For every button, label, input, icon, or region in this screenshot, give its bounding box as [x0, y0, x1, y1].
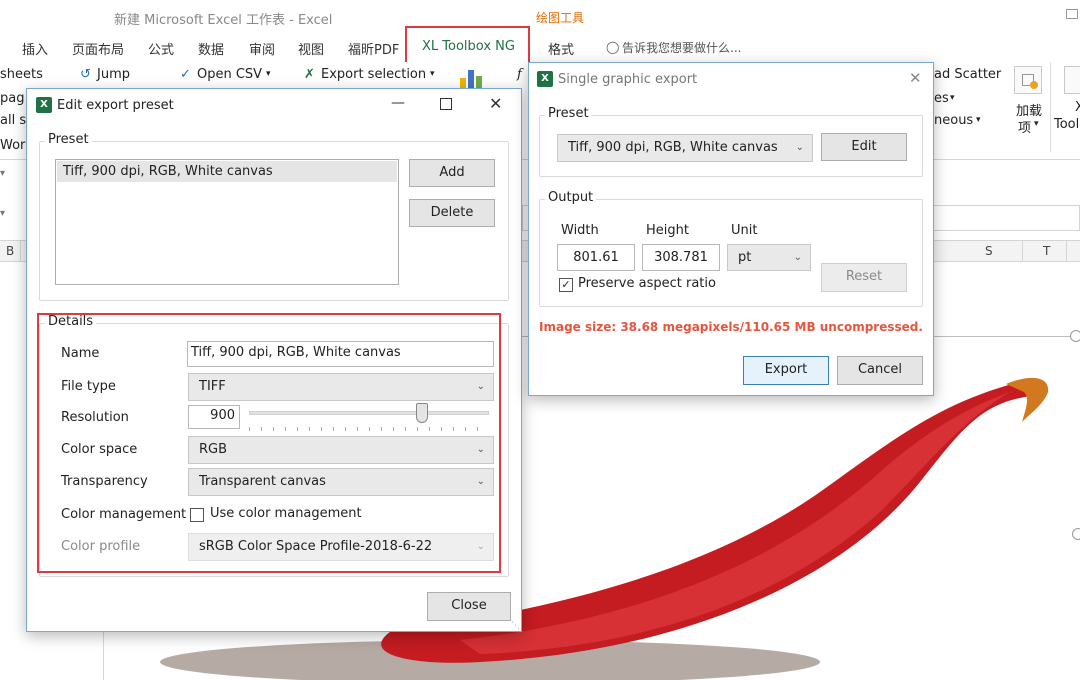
resize-grip-icon[interactable]: ⋱	[511, 621, 520, 631]
preserve-aspect-checkbox[interactable]: ✓	[559, 278, 573, 292]
width-label: Width	[561, 223, 599, 238]
tell-me-search[interactable]: 告诉我您想要做什么...	[622, 39, 741, 56]
list-item[interactable]: Tiff, 900 dpi, RGB, White canvas	[57, 161, 397, 182]
chevron-down-icon: ▾	[0, 168, 6, 179]
tab-formulas[interactable]: 公式	[148, 39, 174, 58]
jump-icon: ↺	[80, 67, 91, 82]
tab-insert[interactable]: 插入	[22, 39, 48, 58]
title-bar: 新建 Microsoft Excel 工作表 - Excel 绘图工具	[0, 0, 1080, 34]
preset-list[interactable]: Tiff, 900 dpi, RGB, White canvas	[55, 159, 399, 285]
excel-app-icon: X	[537, 71, 553, 87]
ribbon-display-icon[interactable]	[1066, 9, 1078, 19]
delete-button[interactable]: Delete	[409, 199, 495, 227]
wor-label: Wor	[0, 138, 26, 153]
unit-select[interactable]: pt ⌄	[727, 244, 811, 271]
unit-value: pt	[738, 250, 752, 265]
selection-handle[interactable]	[1070, 330, 1080, 342]
chevron-down-icon: ▾	[430, 69, 435, 79]
preset-group-label: Preset	[45, 132, 92, 147]
tab-data[interactable]: 数据	[198, 39, 224, 58]
height-input[interactable]: 308.781	[642, 244, 720, 271]
preserve-aspect-label[interactable]: Preserve aspect ratio	[578, 276, 716, 291]
chevron-down-icon: ⌄	[795, 142, 804, 153]
ribbon-separator	[1050, 62, 1051, 152]
chevron-down-icon: ▾	[266, 69, 271, 79]
es-button[interactable]: es	[934, 91, 949, 106]
minimize-icon[interactable]: —	[391, 95, 405, 111]
close-icon[interactable]: ✕	[909, 69, 922, 87]
dialog-title: Edit export preset	[57, 98, 174, 113]
sheets-button[interactable]: sheets	[0, 67, 43, 82]
width-input[interactable]: 801.61	[557, 244, 635, 271]
close-icon[interactable]: ✕	[489, 94, 502, 113]
neous-button[interactable]: neous	[934, 113, 973, 128]
reset-button[interactable]: Reset	[821, 263, 907, 292]
chevron-down-icon: ▾	[950, 93, 955, 103]
ad-scatter-button[interactable]: ad Scatter	[934, 67, 1001, 82]
cancel-button[interactable]: Cancel	[837, 356, 923, 385]
chevron-down-icon: ▾	[976, 115, 981, 125]
dialog-title: Single graphic export	[558, 72, 698, 87]
tool-label[interactable]: Tool	[1054, 117, 1079, 132]
preset-group-label: Preset	[545, 106, 592, 121]
export-button[interactable]: Export	[743, 356, 829, 385]
column-s[interactable]: S	[985, 244, 993, 258]
tab-foxit-pdf[interactable]: 福昕PDF	[348, 39, 399, 58]
add-button[interactable]: Add	[409, 159, 495, 187]
open-csv-button[interactable]: Open CSV	[197, 67, 262, 82]
output-group-label: Output	[545, 190, 597, 205]
tab-format[interactable]: 格式	[548, 39, 574, 58]
image-size-warning: Image size: 38.68 megapixels/110.65 MB u…	[539, 320, 923, 334]
unit-label: Unit	[731, 223, 758, 238]
all-s-label: all s	[0, 113, 27, 128]
export-selection-button[interactable]: Export selection	[321, 67, 426, 82]
export-icon: ✗	[304, 67, 315, 82]
chart-icon[interactable]	[460, 68, 488, 88]
lightbulb-icon: ◯	[606, 40, 620, 54]
maximize-icon[interactable]	[440, 98, 452, 110]
close-button[interactable]: Close	[427, 592, 511, 621]
edit-button[interactable]: Edit	[821, 133, 907, 161]
preset-value: Tiff, 900 dpi, RGB, White canvas	[568, 140, 778, 155]
tab-page-layout[interactable]: 页面布局	[72, 39, 124, 58]
context-tab-label: 绘图工具	[536, 11, 585, 25]
pag-label: pag	[0, 91, 25, 106]
jump-button[interactable]: Jump	[97, 67, 130, 82]
window-title: 新建 Microsoft Excel 工作表 - Excel	[114, 13, 333, 28]
tool-icon	[1064, 66, 1080, 94]
preset-select[interactable]: Tiff, 900 dpi, RGB, White canvas ⌄	[557, 134, 813, 162]
chevron-down-icon: ▾	[1034, 119, 1039, 129]
excel-app-icon: X	[36, 97, 52, 113]
column-b[interactable]: B	[6, 244, 14, 258]
column-t[interactable]: T	[1043, 244, 1050, 258]
single-graphic-export-dialog: X Single graphic export ✕ Preset Tiff, 9…	[528, 62, 934, 396]
tab-view[interactable]: 视图	[298, 39, 324, 58]
ribbon-tabs: 插入 页面布局 公式 数据 审阅 视图 福昕PDF XL Toolbox NG …	[0, 34, 1080, 62]
x-label[interactable]: X	[1075, 100, 1080, 115]
addins-label-2[interactable]: 项	[1018, 117, 1031, 136]
chevron-down-icon: ▾	[0, 208, 6, 219]
chevron-down-icon: ⌄	[793, 252, 802, 263]
highlight-details	[37, 313, 501, 573]
highlight-toolbox-tab	[405, 26, 530, 66]
height-label: Height	[646, 223, 689, 238]
addin-icon	[1014, 66, 1042, 94]
selection-handle[interactable]	[1072, 528, 1080, 540]
tab-review[interactable]: 审阅	[249, 39, 275, 58]
csv-icon: ✓	[180, 67, 191, 82]
function-icon: f	[517, 67, 522, 82]
